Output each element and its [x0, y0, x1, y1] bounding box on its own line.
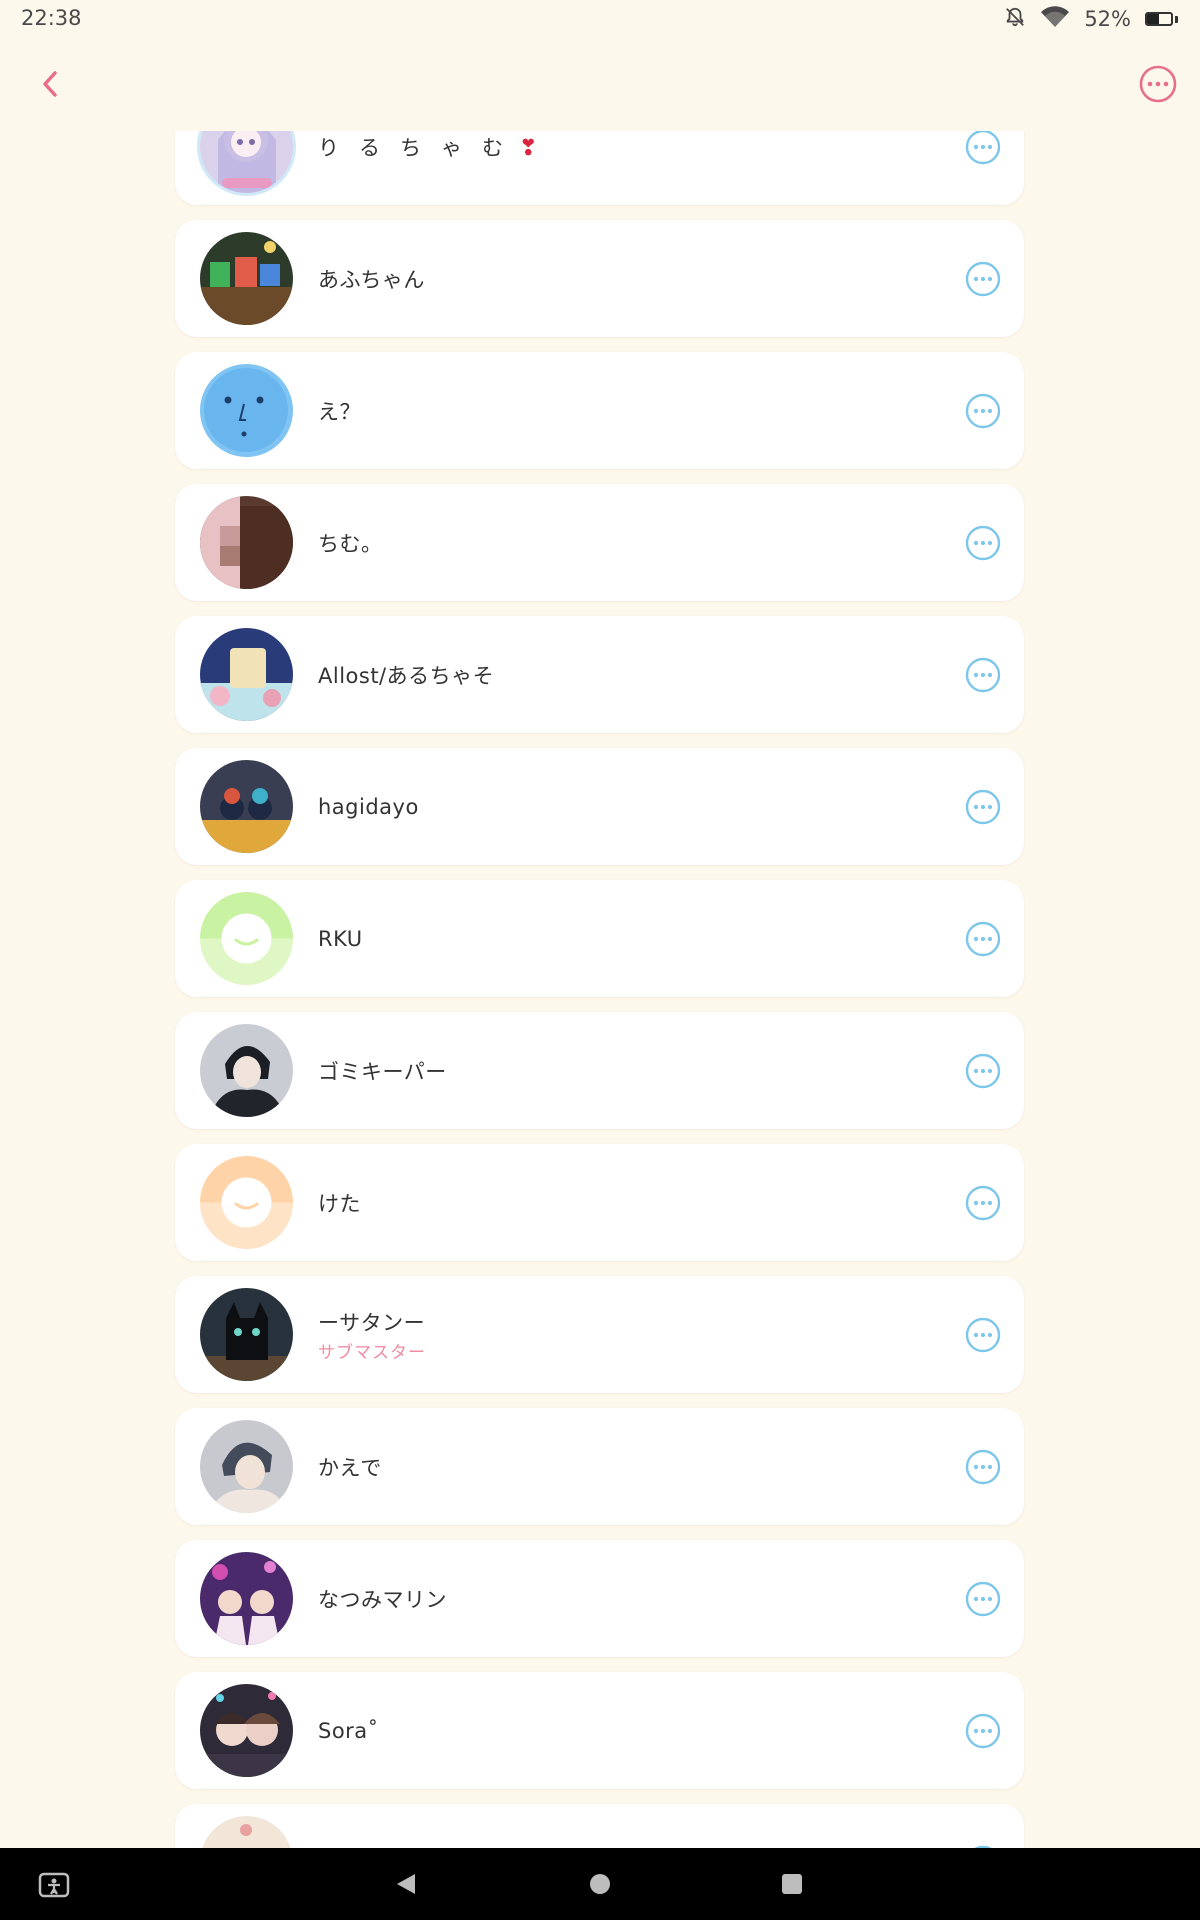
nav-recents-button[interactable] — [772, 1848, 812, 1920]
member-row[interactable]: あふちゃん — [175, 220, 1024, 337]
home-circle-icon — [590, 1874, 610, 1894]
back-triangle-icon — [397, 1874, 415, 1894]
avatar — [200, 131, 293, 193]
more-options-icon[interactable] — [964, 1052, 1002, 1090]
member-list: りるちゃむ❣ あふちゃん え？ ちむ。 Allost/あるちゃそ hagiday… — [175, 131, 1024, 1848]
nav-back-button[interactable] — [386, 1848, 426, 1920]
member-name: Sora˚ — [318, 1718, 379, 1743]
member-list-viewport[interactable]: りるちゃむ❣ あふちゃん え？ ちむ。 Allost/あるちゃそ hagiday… — [0, 131, 1200, 1848]
member-name: かえで — [318, 1455, 382, 1480]
member-name: hagidayo — [318, 794, 419, 819]
member-info: Sora˚ — [318, 1672, 379, 1789]
member-name: ゴミキーパー — [318, 1059, 447, 1084]
avatar — [200, 1684, 293, 1777]
member-row[interactable]: かえで — [175, 1408, 1024, 1525]
avatar — [200, 232, 293, 325]
member-row[interactable]: hagidayo — [175, 748, 1024, 865]
member-info: ーサタンー サブマスター — [318, 1276, 426, 1393]
battery-percent: 52% — [1084, 7, 1131, 31]
more-options-icon[interactable] — [964, 1712, 1002, 1750]
more-options-icon[interactable] — [964, 920, 1002, 958]
avatar — [200, 1288, 293, 1381]
avatar — [200, 364, 293, 457]
accessibility-button[interactable] — [34, 1848, 74, 1920]
bell-off-icon — [1004, 6, 1026, 33]
member-info: けた — [318, 1144, 361, 1261]
more-horizontal-circle-icon — [1139, 65, 1177, 103]
member-info: ゴミキーパー — [318, 1012, 447, 1129]
battery-icon — [1145, 12, 1178, 26]
avatar — [200, 1024, 293, 1117]
member-name: RKU — [318, 926, 363, 951]
member-name: ーサタンー — [318, 1310, 426, 1335]
member-row[interactable]: ちむ。 — [175, 484, 1024, 601]
member-row[interactable]: Sora˚ — [175, 1672, 1024, 1789]
back-button[interactable] — [30, 64, 70, 104]
header-more-button[interactable] — [1138, 64, 1178, 104]
avatar — [200, 1816, 293, 1848]
member-row[interactable]: ゴミキーパー — [175, 1012, 1024, 1129]
more-options-icon[interactable] — [964, 1184, 1002, 1222]
member-row[interactable]: けた — [175, 1144, 1024, 1261]
member-row[interactable]: え？ — [175, 352, 1024, 469]
member-name: ちむ。 — [318, 531, 383, 556]
recents-square-icon — [782, 1874, 802, 1894]
system-nav-bar — [0, 1848, 1200, 1920]
more-options-icon[interactable] — [964, 392, 1002, 430]
more-options-icon[interactable] — [964, 788, 1002, 826]
wifi-icon — [1040, 5, 1070, 34]
more-options-icon[interactable] — [964, 1448, 1002, 1486]
status-bar: 22:38 52% — [0, 0, 1200, 40]
more-options-icon[interactable] — [964, 131, 1002, 166]
member-row[interactable] — [175, 1804, 1024, 1848]
avatar — [200, 892, 293, 985]
nav-home-button[interactable] — [580, 1848, 620, 1920]
avatar — [200, 496, 293, 589]
member-row[interactable]: なつみマリン — [175, 1540, 1024, 1657]
member-info: あふちゃん — [318, 220, 425, 337]
more-options-icon[interactable] — [964, 1316, 1002, 1354]
avatar — [200, 1420, 293, 1513]
member-info: りるちゃむ❣ — [318, 131, 557, 205]
member-row[interactable]: Allost/あるちゃそ — [175, 616, 1024, 733]
member-info: え？ — [318, 352, 361, 469]
member-info: hagidayo — [318, 748, 419, 865]
more-options-icon[interactable] — [964, 260, 1002, 298]
avatar — [200, 760, 293, 853]
avatar — [200, 1552, 293, 1645]
member-role-badge: サブマスター — [318, 1342, 426, 1363]
member-name: なつみマリン — [318, 1587, 447, 1612]
accessibility-icon — [38, 1872, 70, 1898]
status-time: 22:38 — [21, 6, 82, 30]
more-options-icon[interactable] — [964, 1580, 1002, 1618]
member-info: なつみマリン — [318, 1540, 447, 1657]
heart-icon: ❣ — [519, 135, 558, 161]
member-name: あふちゃん — [318, 267, 425, 292]
member-row[interactable]: ーサタンー サブマスター — [175, 1276, 1024, 1393]
member-name: りるちゃむ❣ — [318, 135, 558, 161]
status-icons: 52% — [1004, 5, 1178, 33]
chevron-left-icon — [43, 71, 57, 97]
member-row[interactable]: RKU — [175, 880, 1024, 997]
member-name: Allost/あるちゃそ — [318, 663, 495, 688]
member-name: え？ — [318, 399, 361, 424]
member-info: RKU — [318, 880, 363, 997]
avatar — [200, 1156, 293, 1249]
more-options-icon[interactable] — [964, 656, 1002, 694]
member-info: ちむ。 — [318, 484, 383, 601]
member-info: Allost/あるちゃそ — [318, 616, 494, 733]
member-row[interactable]: りるちゃむ❣ — [175, 131, 1024, 205]
member-name: けた — [318, 1191, 361, 1216]
member-info: かえで — [318, 1408, 382, 1525]
avatar — [200, 628, 293, 721]
more-options-icon[interactable] — [964, 524, 1002, 562]
